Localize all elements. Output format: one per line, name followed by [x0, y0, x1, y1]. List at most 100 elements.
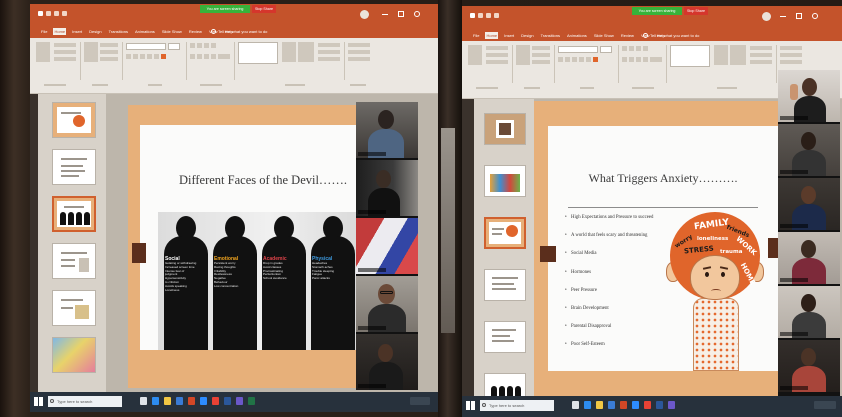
stop-share-button[interactable]: Stop Share [252, 5, 276, 13]
slide-thumbnail[interactable] [52, 102, 96, 138]
font-size-select[interactable] [600, 46, 612, 53]
store-icon[interactable] [176, 397, 183, 405]
slide-thumbnail[interactable] [484, 373, 526, 396]
font-family-select[interactable] [126, 43, 166, 50]
task-view-icon[interactable] [140, 397, 147, 405]
font-family-select[interactable] [558, 46, 598, 53]
align-center-button[interactable] [629, 57, 634, 62]
powerpoint-icon[interactable] [620, 401, 627, 409]
tab-insert[interactable]: Insert [71, 28, 83, 35]
cut-button[interactable] [486, 46, 508, 50]
tab-design[interactable]: Design [520, 32, 534, 39]
edge-icon[interactable] [584, 401, 591, 409]
copy-button[interactable] [54, 50, 76, 54]
bullets-button[interactable] [622, 46, 627, 51]
tab-slide-show[interactable]: Slide Show [161, 28, 183, 35]
format-painter-button[interactable] [54, 57, 76, 61]
tab-home[interactable]: Home [53, 28, 67, 35]
increase-indent-button[interactable] [211, 43, 216, 48]
decrease-indent-button[interactable] [204, 43, 209, 48]
align-left-button[interactable] [190, 54, 195, 59]
slide-thumbnail-selected[interactable] [52, 196, 96, 232]
find-button[interactable] [348, 43, 370, 47]
participant-video-tile[interactable] [356, 102, 418, 158]
shape-effects-button[interactable] [318, 57, 340, 61]
tell-me-search[interactable]: Tell me what you want to do [218, 29, 267, 34]
slide-title[interactable]: What Triggers Anxiety………. [548, 171, 778, 185]
slide-thumbnail-selected[interactable] [484, 217, 526, 249]
tab-review[interactable]: Review [620, 32, 635, 39]
slide-thumbnail[interactable] [484, 113, 526, 145]
bold-button[interactable] [558, 57, 563, 62]
select-button[interactable] [780, 60, 802, 64]
text-direction-button[interactable] [218, 54, 230, 59]
current-slide[interactable]: What Triggers Anxiety………. High Expectati… [534, 101, 786, 396]
current-slide[interactable]: Different Faces of the Devil……. Social Is… [128, 105, 388, 388]
tab-file[interactable]: File [40, 28, 48, 35]
font-color-button[interactable] [593, 57, 598, 62]
zoom-icon[interactable] [200, 397, 207, 405]
teams-icon[interactable] [236, 397, 243, 405]
tab-home[interactable]: Home [485, 32, 499, 39]
shape-effects-button[interactable] [750, 60, 772, 64]
close-icon[interactable] [414, 11, 420, 17]
participant-video-tile[interactable] [778, 286, 840, 338]
undo-icon[interactable] [486, 13, 491, 18]
font-color-button[interactable] [161, 54, 166, 59]
bold-button[interactable] [126, 54, 131, 59]
task-view-icon[interactable] [572, 401, 579, 409]
participant-video-tile[interactable] [778, 232, 840, 284]
format-painter-button[interactable] [486, 60, 508, 64]
font-size-select[interactable] [168, 43, 180, 50]
tab-review[interactable]: Review [188, 28, 203, 35]
reset-button[interactable] [100, 50, 118, 54]
excel-icon[interactable] [248, 397, 255, 405]
chrome-icon[interactable] [644, 401, 651, 409]
close-icon[interactable] [812, 13, 818, 19]
participant-video-tile[interactable] [356, 276, 418, 332]
file-explorer-icon[interactable] [596, 401, 603, 409]
teams-icon[interactable] [668, 401, 675, 409]
minimize-icon[interactable] [780, 16, 786, 17]
quick-styles-button[interactable] [730, 45, 746, 65]
italic-button[interactable] [565, 57, 570, 62]
maximize-icon[interactable] [796, 13, 802, 19]
underline-button[interactable] [140, 54, 145, 59]
taskbar-search-box[interactable]: Type here to search [480, 400, 554, 411]
account-avatar[interactable] [360, 10, 369, 19]
windows-start-icon[interactable] [34, 397, 43, 406]
paste-button[interactable] [36, 42, 50, 62]
tab-animations[interactable]: Animations [566, 32, 588, 39]
reset-button[interactable] [532, 53, 550, 57]
slide-thumbnail[interactable] [52, 290, 96, 326]
save-icon[interactable] [478, 13, 483, 18]
layout-button[interactable] [532, 46, 550, 50]
redo-icon[interactable] [62, 11, 67, 16]
stop-share-button[interactable]: Stop Share [684, 7, 708, 15]
shapes-gallery[interactable] [670, 45, 710, 67]
word-icon[interactable] [224, 397, 231, 405]
save-icon[interactable] [46, 11, 51, 16]
account-avatar[interactable] [762, 12, 771, 21]
numbering-button[interactable] [629, 46, 634, 51]
system-tray[interactable] [814, 401, 836, 409]
decrease-indent-button[interactable] [636, 46, 641, 51]
strikethrough-button[interactable] [147, 54, 152, 59]
participant-video-tile[interactable] [356, 218, 418, 274]
shape-outline-button[interactable] [750, 53, 772, 57]
align-center-button[interactable] [197, 54, 202, 59]
shape-outline-button[interactable] [318, 50, 340, 54]
participant-video-tile[interactable] [778, 124, 840, 176]
participant-video-tile[interactable] [356, 334, 418, 390]
store-icon[interactable] [608, 401, 615, 409]
slide-title[interactable]: Different Faces of the Devil……. [140, 173, 386, 187]
justify-button[interactable] [211, 54, 216, 59]
tab-slide-show[interactable]: Slide Show [593, 32, 615, 39]
chrome-icon[interactable] [212, 397, 219, 405]
section-button[interactable] [532, 60, 550, 64]
powerpoint-icon[interactable] [188, 397, 195, 405]
section-button[interactable] [100, 57, 118, 61]
paste-button[interactable] [468, 45, 482, 65]
numbering-button[interactable] [197, 43, 202, 48]
arrange-button[interactable] [282, 42, 296, 62]
